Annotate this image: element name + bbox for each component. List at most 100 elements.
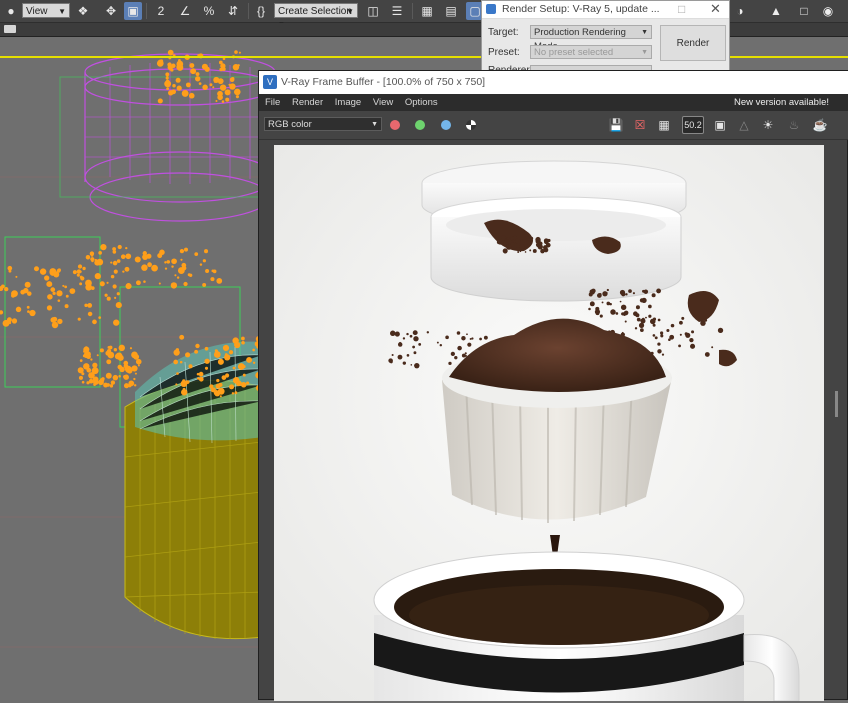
track-mouse-icon[interactable]: ▦ xyxy=(655,116,673,134)
particle xyxy=(241,340,245,345)
ground-particle xyxy=(471,337,474,340)
zoom-badge[interactable]: 50.2 xyxy=(682,116,704,134)
ground-particle xyxy=(689,337,694,343)
particle xyxy=(15,306,22,313)
ground-particle xyxy=(496,239,502,245)
ribbon-toggle-icon[interactable] xyxy=(4,25,16,33)
red-channel-button[interactable] xyxy=(390,120,400,130)
angle-snap-icon[interactable]: ∠ xyxy=(176,2,194,20)
select-and-place-icon[interactable]: ▣ xyxy=(124,2,142,20)
ribbon-icon[interactable]: ▤ xyxy=(442,2,460,20)
vfb-titlebar[interactable]: V V-Ray Frame Buffer - [100.0% of 750 x … xyxy=(259,71,848,94)
particle xyxy=(11,293,16,298)
menu-view[interactable]: View xyxy=(373,97,393,108)
particle xyxy=(217,94,223,101)
render-last-icon[interactable]: ☀ xyxy=(759,116,777,134)
particle xyxy=(225,97,230,102)
ground-particle xyxy=(506,244,512,250)
ground-particle xyxy=(519,243,525,250)
ground-particle xyxy=(670,337,673,340)
particle xyxy=(15,275,18,278)
clear-image-icon[interactable]: ☒ xyxy=(631,116,649,134)
blue-channel-button[interactable] xyxy=(441,120,451,130)
particle xyxy=(44,275,50,281)
selection-set-dropdown[interactable]: Create Selection Se▼ xyxy=(274,3,358,32)
rendered-image xyxy=(274,145,824,701)
menu-image[interactable]: Image xyxy=(335,97,361,108)
interactive-render-icon[interactable]: ♨ xyxy=(785,116,803,134)
vray-frame-buffer-window[interactable]: V V-Ray Frame Buffer - [100.0% of 750 x … xyxy=(258,70,848,701)
mirror-icon[interactable]: ◫ xyxy=(364,2,382,20)
particle xyxy=(221,100,225,103)
menu-options[interactable]: Options xyxy=(405,97,438,108)
angle-snap-label: ∠ xyxy=(179,4,191,18)
ground-particle xyxy=(657,342,661,346)
particle xyxy=(23,287,29,294)
particle xyxy=(195,72,200,76)
ground-particle xyxy=(700,320,706,326)
teapot-render-icon[interactable]: ☕ xyxy=(811,116,829,134)
percent-snap-icon[interactable]: % xyxy=(200,2,218,20)
particle xyxy=(176,85,182,91)
particle xyxy=(204,346,209,351)
ground-particle xyxy=(406,354,410,357)
render-frame-icon[interactable]: ▲ xyxy=(766,2,786,20)
ground-particle xyxy=(717,327,724,334)
ground-particle xyxy=(589,301,595,307)
render-canvas[interactable] xyxy=(274,145,824,701)
particle xyxy=(240,382,247,388)
material-editor-icon[interactable]: ◑ xyxy=(730,2,750,20)
particle xyxy=(217,358,224,365)
region-render-icon[interactable]: ▣ xyxy=(711,116,729,134)
lock-region-icon[interactable]: △ xyxy=(735,116,753,134)
menu-file[interactable]: File xyxy=(265,97,280,108)
particle xyxy=(214,349,218,353)
ground-particle xyxy=(628,289,632,293)
particle xyxy=(96,258,104,266)
ground-particle xyxy=(414,362,420,369)
snap-icon[interactable]: 2 xyxy=(152,2,170,20)
update-notice[interactable]: New version available! xyxy=(734,97,829,108)
render-button[interactable]: Render xyxy=(660,25,726,61)
particle xyxy=(205,268,210,273)
particle xyxy=(164,267,168,270)
ground-particle xyxy=(532,249,537,253)
view-dropdown[interactable]: View ▼ xyxy=(22,3,70,18)
particle xyxy=(24,281,31,288)
menu-render[interactable]: Render xyxy=(292,97,323,108)
particle xyxy=(179,334,185,340)
vfb-scrollbar[interactable] xyxy=(835,391,838,417)
render-setup-titlebar[interactable]: Render Setup: V-Ray 5, update ... □ ✕ xyxy=(482,1,729,19)
particle xyxy=(90,254,94,257)
particle xyxy=(26,305,30,309)
render-production-icon[interactable]: ◉ xyxy=(818,2,838,20)
target-dropdown[interactable]: Production Rendering Mode▼ xyxy=(530,25,652,52)
particle xyxy=(164,80,172,88)
particle xyxy=(33,266,39,272)
render-setup-icon[interactable]: □ xyxy=(794,2,814,20)
align-icon[interactable]: ☰ xyxy=(388,2,406,20)
particle xyxy=(39,268,47,275)
edit-named-selection-icon[interactable]: {} xyxy=(252,2,270,20)
move-icon[interactable]: ✥ xyxy=(102,2,120,20)
particle xyxy=(198,82,202,85)
particle xyxy=(198,376,204,382)
preset-dropdown[interactable]: No preset selected ▼ xyxy=(530,45,652,59)
ground-particle xyxy=(661,353,665,356)
spinner-snap-icon[interactable]: ⇵ xyxy=(224,2,242,20)
alpha-channel-button[interactable] xyxy=(466,120,476,130)
green-channel-button[interactable] xyxy=(415,120,425,130)
select-object-icon[interactable]: ● xyxy=(2,2,20,20)
particle xyxy=(219,84,227,91)
render-setup-window[interactable]: Render Setup: V-Ray 5, update ... □ ✕ Ta… xyxy=(481,0,730,72)
particle xyxy=(46,281,53,288)
particle xyxy=(135,280,141,286)
layer-explorer-icon[interactable]: ▦ xyxy=(418,2,436,20)
save-icon[interactable]: 💾 xyxy=(607,116,625,134)
channel-dropdown[interactable]: RGB color ▼ xyxy=(264,117,382,131)
maximize-icon[interactable]: □ xyxy=(678,2,685,16)
select-and-link-icon[interactable]: ❖ xyxy=(74,2,92,20)
close-icon[interactable]: ✕ xyxy=(710,1,721,17)
ground-particle xyxy=(413,351,417,355)
ground-particle xyxy=(524,251,527,253)
